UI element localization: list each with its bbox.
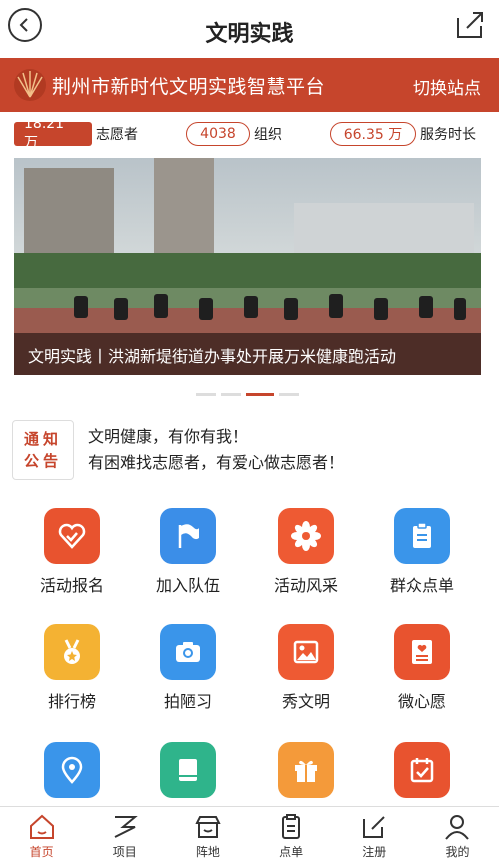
- notice-tag: 通知 公告: [12, 420, 74, 480]
- notice-tag-line1: 通知: [23, 430, 62, 448]
- tab-label: 点单: [279, 845, 304, 859]
- tab-label: 阵地: [195, 845, 220, 859]
- menu-micro-wish[interactable]: 微心愿: [362, 624, 482, 712]
- menu-report-bad-habits[interactable]: 拍陋习: [128, 624, 248, 712]
- picture-icon: [278, 624, 334, 680]
- clipboard-icon: [394, 508, 450, 564]
- medal-icon: [44, 624, 100, 680]
- carousel-dot-active[interactable]: [246, 393, 274, 396]
- platform-name: 荆州市新时代文明实践智慧平台: [52, 76, 326, 98]
- carousel-caption: 文明实践丨洪湖新堤街道办事处开展万米健康跑活动: [14, 333, 481, 375]
- stat-service-hours-value: 66.35 万: [330, 122, 416, 146]
- register-icon: [363, 816, 385, 838]
- menu-label: 拍陋习: [163, 692, 212, 711]
- menu-label: 微心愿: [397, 692, 446, 711]
- camera-icon: [160, 624, 216, 680]
- menu-learning[interactable]: [128, 742, 248, 798]
- switch-site-button[interactable]: 切换站点: [413, 74, 481, 99]
- menu-checkin[interactable]: [362, 742, 482, 798]
- notice-line2: 有困难找志愿者，有爱心做志愿者！: [88, 453, 345, 472]
- menu-join-team[interactable]: 加入队伍: [128, 508, 248, 596]
- top-bar: 文明实践: [0, 0, 499, 58]
- wish-card-icon: [394, 624, 450, 680]
- carousel-indicator: [196, 393, 299, 396]
- stat-volunteers-value: 18.21 万: [14, 116, 92, 151]
- bottom-tab-bar: 首页 项目 阵地 点单 注册 我的: [0, 806, 499, 866]
- menu-public-order[interactable]: 群众点单: [362, 508, 482, 596]
- stat-organizations-label: 组织: [254, 127, 282, 143]
- gift-icon: [278, 742, 334, 798]
- tab-projects[interactable]: 项目: [83, 807, 166, 866]
- tab-label: 首页: [29, 845, 54, 859]
- menu-gift[interactable]: [246, 742, 366, 798]
- tab-profile[interactable]: 我的: [416, 807, 499, 866]
- menu-label: 加入队伍: [155, 576, 220, 595]
- menu-label: 活动报名: [39, 576, 104, 595]
- share-button[interactable]: [455, 10, 485, 40]
- project-icon: [114, 816, 138, 838]
- menu-label: 排行榜: [47, 692, 96, 711]
- platform-logo-icon: [14, 69, 46, 101]
- stat-volunteers[interactable]: 18.21 万 志愿者: [14, 116, 138, 151]
- tab-label: 我的: [445, 845, 470, 859]
- carousel-dot[interactable]: [279, 393, 299, 396]
- stats-bar: 18.21 万 志愿者 4038 组织 66.35 万 服务时长: [0, 112, 499, 156]
- tab-home[interactable]: 首页: [0, 807, 83, 866]
- store-icon: [195, 816, 221, 838]
- notice-tag-line2: 公告: [23, 452, 62, 470]
- menu-map-location[interactable]: [12, 742, 132, 798]
- photo-runners: [74, 294, 466, 320]
- tab-orders[interactable]: 点单: [250, 807, 333, 866]
- page-title: 文明实践: [205, 22, 294, 47]
- news-carousel[interactable]: 文明实践丨洪湖新堤街道办事处开展万米健康跑活动: [14, 158, 481, 375]
- photo-trees: [14, 253, 481, 293]
- flower-icon: [278, 508, 334, 564]
- stat-service-hours[interactable]: 66.35 万 服务时长: [330, 122, 476, 146]
- stat-service-hours-label: 服务时长: [420, 127, 476, 143]
- stat-volunteers-label: 志愿者: [96, 127, 138, 143]
- stat-organizations[interactable]: 4038 组织: [186, 122, 282, 146]
- notice-line1: 文明健康，有你有我！: [88, 427, 249, 446]
- notice-board[interactable]: 通知 公告 文明健康，有你有我！ 有困难找志愿者，有爱心做志愿者！: [12, 420, 492, 482]
- book-icon: [160, 742, 216, 798]
- menu-label: 群众点单: [389, 576, 454, 595]
- carousel-dot[interactable]: [221, 393, 241, 396]
- menu-label: 活动风采: [273, 576, 338, 595]
- tab-register[interactable]: 注册: [333, 807, 416, 866]
- order-icon: [282, 814, 301, 839]
- heart-icon: [44, 508, 100, 564]
- location-icon: [44, 742, 100, 798]
- menu-activity-signup[interactable]: 活动报名: [12, 508, 132, 596]
- carousel-dot[interactable]: [196, 393, 216, 396]
- platform-banner: 荆州市新时代文明实践智慧平台 切换站点: [0, 58, 499, 112]
- flag-icon: [160, 508, 216, 564]
- home-icon: [29, 814, 54, 839]
- notice-text: 文明健康，有你有我！ 有困难找志愿者，有爱心做志愿者！: [88, 424, 344, 476]
- menu-activity-gallery[interactable]: 活动风采: [246, 508, 366, 596]
- tab-venues[interactable]: 阵地: [166, 807, 249, 866]
- menu-show-civility[interactable]: 秀文明: [246, 624, 366, 712]
- share-icon: [457, 12, 483, 38]
- tab-label: 注册: [362, 845, 387, 859]
- tab-label: 项目: [112, 845, 137, 859]
- stat-organizations-value: 4038: [186, 122, 250, 146]
- calendar-check-icon: [394, 742, 450, 798]
- profile-icon: [445, 815, 470, 840]
- menu-label: 秀文明: [281, 692, 330, 711]
- menu-leaderboard[interactable]: 排行榜: [12, 624, 132, 712]
